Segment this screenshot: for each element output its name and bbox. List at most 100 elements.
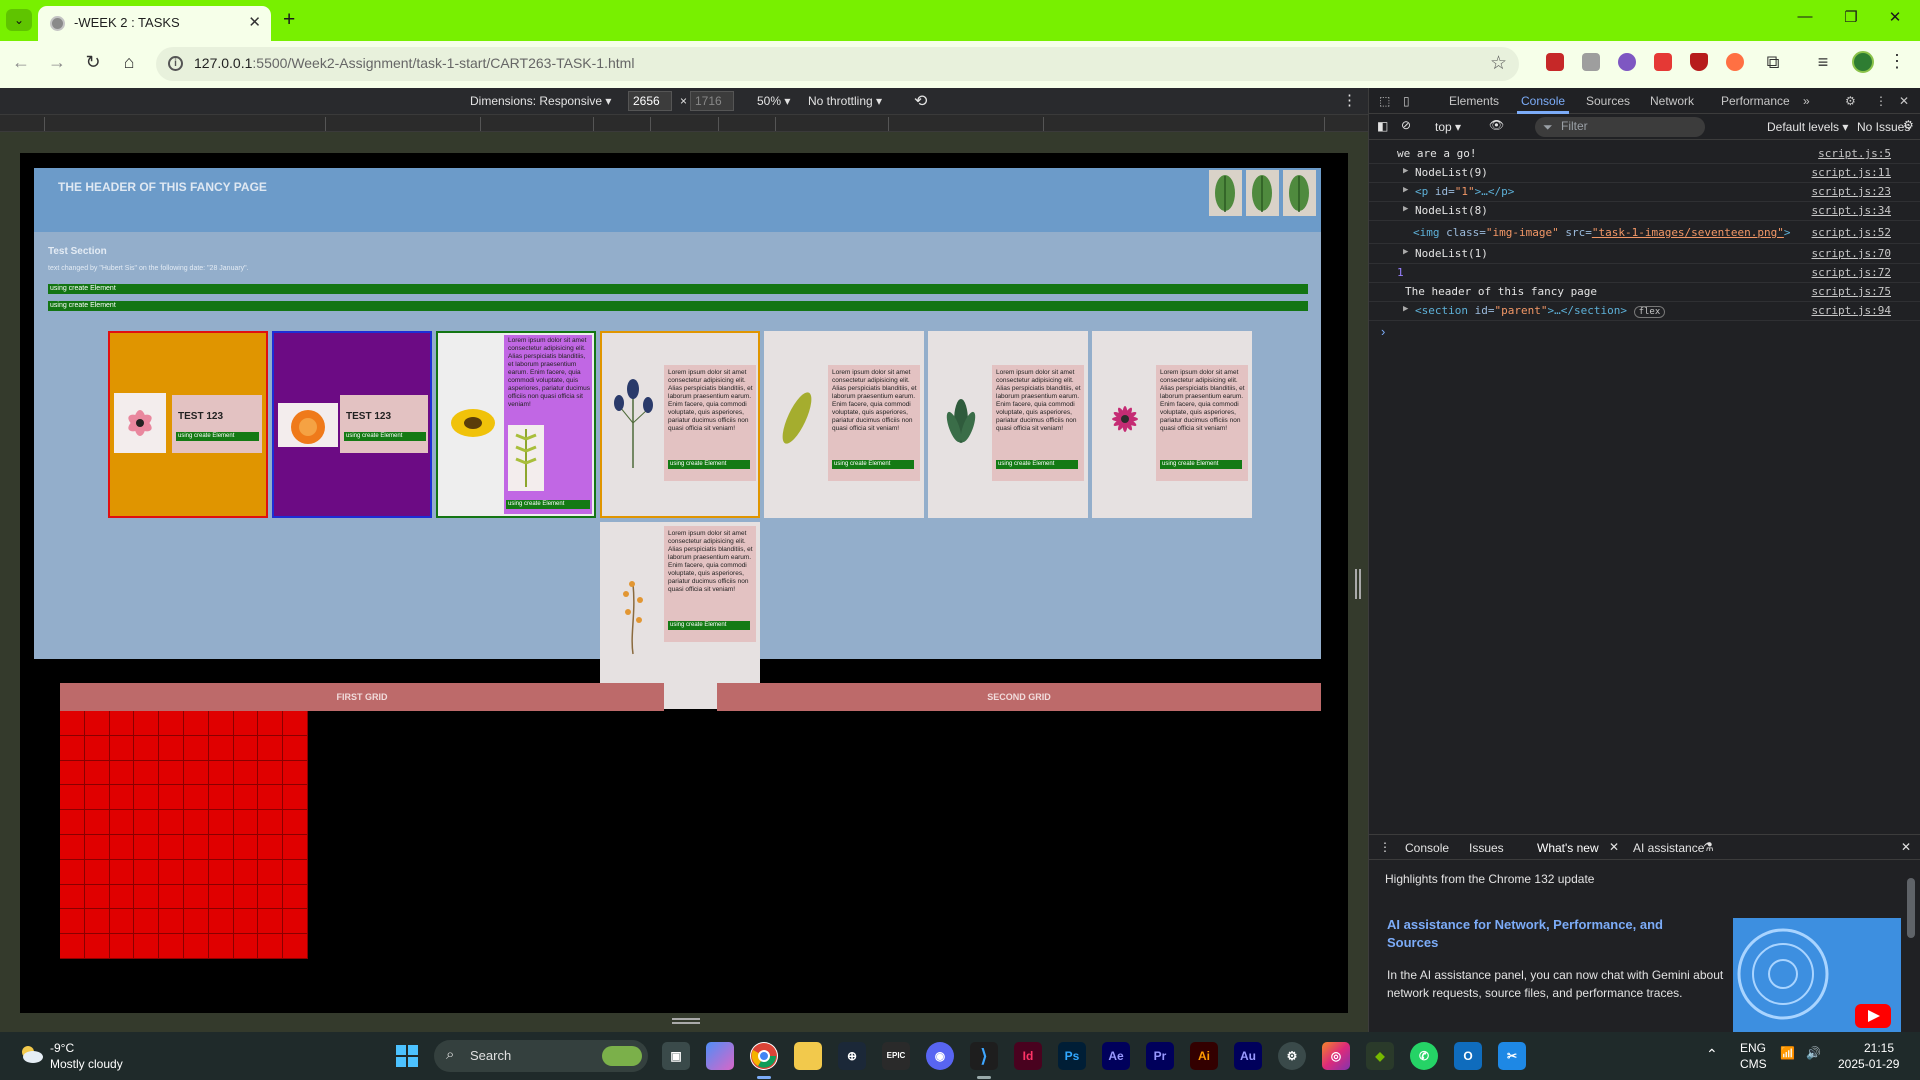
dimensions-dropdown[interactable]: Dimensions: Responsive ▾ xyxy=(470,94,611,108)
weather-cloud-icon[interactable] xyxy=(18,1044,44,1064)
minimize-icon[interactable]: — xyxy=(1790,8,1820,25)
sidebar-icon[interactable]: ◧ xyxy=(1377,119,1388,133)
clock-time[interactable]: 21:15 xyxy=(1864,1041,1894,1055)
source-link[interactable]: script.js:94 xyxy=(1812,304,1891,317)
context-selector[interactable]: top ▾ xyxy=(1435,120,1461,134)
address-bar[interactable]: i 127.0.0.1:5500/Week2-Assignment/task-1… xyxy=(156,47,1519,81)
expand-arrow-icon[interactable]: ▶ xyxy=(1403,166,1408,176)
drawer-menu-icon[interactable]: ⋮ xyxy=(1379,840,1391,854)
photoshop-icon[interactable]: Ps xyxy=(1058,1042,1086,1070)
more-tabs-icon[interactable]: » xyxy=(1803,94,1810,108)
weather-description[interactable]: Mostly cloudy xyxy=(50,1057,123,1071)
console-message[interactable]: ▶ NodeList(9) script.js:11 xyxy=(1369,163,1920,183)
ime-indicator[interactable]: CMS xyxy=(1740,1057,1767,1071)
indesign-icon[interactable]: Id xyxy=(1014,1042,1042,1070)
inspect-icon[interactable]: ⬚ xyxy=(1379,94,1390,108)
volume-icon[interactable]: 🔊 xyxy=(1806,1046,1821,1060)
gear-icon[interactable]: ⚙ xyxy=(1845,94,1856,108)
forward-icon[interactable]: → xyxy=(44,52,70,73)
more-vert-icon[interactable]: ⋮ xyxy=(1875,94,1887,108)
media-controls-icon[interactable]: ≡ xyxy=(1810,52,1836,73)
audition-icon[interactable]: Au xyxy=(1234,1042,1262,1070)
url-text[interactable]: 127.0.0.1:5500/Week2-Assignment/task-1-s… xyxy=(194,55,634,71)
eye-icon[interactable]: 👁 xyxy=(1489,118,1504,132)
gear-icon[interactable]: ⚙ xyxy=(1903,118,1914,132)
throttling-dropdown[interactable]: No throttling ▾ xyxy=(808,94,882,108)
language-indicator[interactable]: ENG xyxy=(1740,1041,1766,1055)
scrollbar[interactable] xyxy=(1907,878,1915,938)
device-toggle-icon[interactable]: ▯ xyxy=(1403,94,1410,108)
resize-handle-right[interactable] xyxy=(1355,569,1361,599)
info-icon[interactable]: i xyxy=(168,56,183,71)
drawer-tab-console[interactable]: Console xyxy=(1405,841,1449,855)
settings-gear-icon[interactable]: ⚙ xyxy=(1278,1042,1306,1070)
snipping-tool-icon[interactable]: ✂ xyxy=(1498,1042,1526,1070)
extension-icon[interactable] xyxy=(1654,53,1672,71)
source-link[interactable]: script.js:70 xyxy=(1812,247,1891,260)
window-close-icon[interactable]: ✕ xyxy=(1880,8,1910,26)
source-link[interactable]: script.js:52 xyxy=(1812,226,1891,239)
console-prompt[interactable]: › xyxy=(1381,324,1385,339)
filter-input[interactable]: ⏷ Filter xyxy=(1535,117,1705,137)
taskbar-search[interactable]: ⌕ Search xyxy=(434,1040,648,1072)
close-icon[interactable]: ✕ xyxy=(1609,840,1619,854)
copilot-icon[interactable] xyxy=(706,1042,734,1070)
restore-icon[interactable]: ❐ xyxy=(1836,8,1866,26)
source-link[interactable]: script.js:23 xyxy=(1812,185,1891,198)
premiere-icon[interactable]: Pr xyxy=(1146,1042,1174,1070)
drawer-tab-issues[interactable]: Issues xyxy=(1469,841,1504,855)
chrome-icon[interactable] xyxy=(750,1042,778,1070)
video-thumbnail[interactable] xyxy=(1733,918,1901,1032)
console-message[interactable]: ▶ NodeList(8) script.js:34 xyxy=(1369,201,1920,221)
new-tab-button[interactable]: + xyxy=(283,8,295,32)
source-link[interactable]: script.js:75 xyxy=(1812,285,1891,298)
windows-start-icon[interactable] xyxy=(396,1045,418,1067)
expand-arrow-icon[interactable]: ▶ xyxy=(1403,204,1408,214)
height-input[interactable]: 1716 xyxy=(690,91,734,111)
reload-icon[interactable]: ↻ xyxy=(80,52,106,73)
expand-arrow-icon[interactable]: ▶ xyxy=(1403,247,1408,257)
clock-date[interactable]: 2025-01-29 xyxy=(1838,1057,1899,1071)
epic-games-icon[interactable]: EPIC xyxy=(882,1042,910,1070)
whatsapp-icon[interactable]: ✆ xyxy=(1410,1042,1438,1070)
source-link[interactable]: script.js:34 xyxy=(1812,204,1891,217)
browser-tab[interactable]: -WEEK 2 : TASKS ✕ xyxy=(38,6,271,41)
width-input[interactable]: 2656 xyxy=(628,91,672,111)
task-view-icon[interactable]: ▣ xyxy=(662,1042,690,1070)
close-icon[interactable]: ✕ xyxy=(1899,94,1909,108)
instagram-icon[interactable]: ◎ xyxy=(1322,1042,1350,1070)
source-link[interactable]: script.js:72 xyxy=(1812,266,1891,279)
puzzle-icon[interactable]: ⧉ xyxy=(1760,52,1786,73)
expand-arrow-icon[interactable]: ▶ xyxy=(1403,304,1408,314)
file-explorer-icon[interactable] xyxy=(794,1042,822,1070)
after-effects-icon[interactable]: Ae xyxy=(1102,1042,1130,1070)
tab-network[interactable]: Network xyxy=(1650,94,1694,108)
console-message[interactable]: ▶ <p id="1">…</p> script.js:23 xyxy=(1369,182,1920,202)
extension-icon[interactable] xyxy=(1726,53,1744,71)
tab-console[interactable]: Console xyxy=(1521,94,1565,108)
levels-dropdown[interactable]: Default levels ▾ xyxy=(1767,120,1848,134)
vscode-icon[interactable]: ⟩ xyxy=(970,1042,998,1070)
close-icon[interactable]: ✕ xyxy=(248,13,261,31)
ublock-icon[interactable] xyxy=(1690,53,1708,71)
rotate-icon[interactable]: ⟲ xyxy=(914,91,927,111)
close-drawer-icon[interactable]: ✕ xyxy=(1901,840,1911,854)
more-vert-icon[interactable]: ⋮ xyxy=(1888,51,1906,72)
back-icon[interactable]: ← xyxy=(8,52,34,73)
tab-sources[interactable]: Sources xyxy=(1586,94,1630,108)
drawer-tab-ai-assistance[interactable]: AI assistance xyxy=(1633,841,1704,855)
avatar[interactable] xyxy=(1852,51,1874,73)
tab-performance[interactable]: Performance xyxy=(1721,94,1790,108)
source-link[interactable]: script.js:11 xyxy=(1812,166,1891,179)
star-icon[interactable]: ☆ xyxy=(1490,52,1507,75)
extension-icon[interactable] xyxy=(1618,53,1636,71)
expand-arrow-icon[interactable]: ▶ xyxy=(1403,185,1408,195)
console-message[interactable]: ▶ <section id="parent">…</section> flex … xyxy=(1369,301,1920,321)
home-icon[interactable]: ⌂ xyxy=(116,52,142,73)
source-link[interactable]: script.js:5 xyxy=(1818,147,1891,160)
resize-handle-bottom[interactable] xyxy=(672,1018,700,1024)
tab-elements[interactable]: Elements xyxy=(1449,94,1499,108)
weather-temperature[interactable]: -9°C xyxy=(50,1041,74,1055)
steam-icon[interactable]: ⊕ xyxy=(838,1042,866,1070)
zoom-dropdown[interactable]: 50% ▾ xyxy=(757,94,790,108)
